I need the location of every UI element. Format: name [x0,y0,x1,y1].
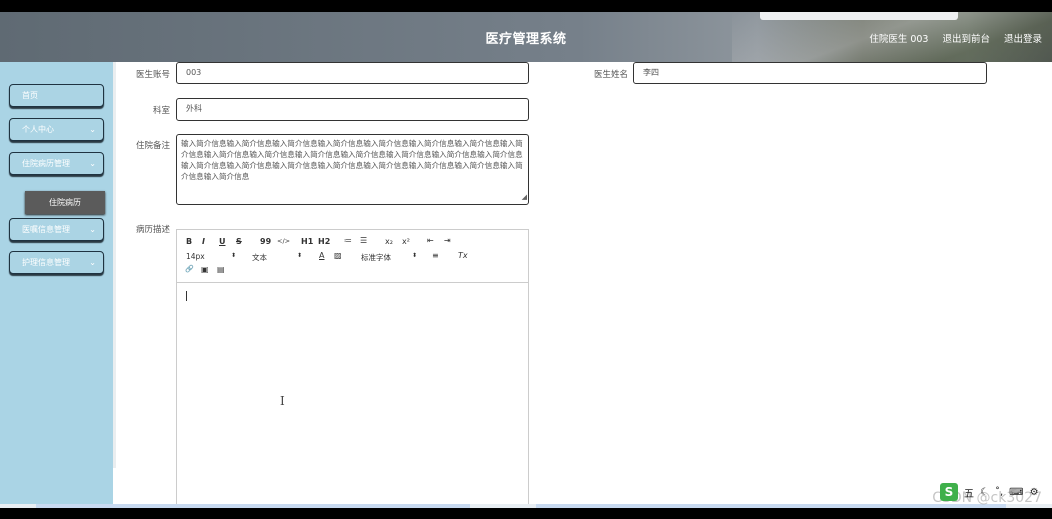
keyboard-icon[interactable]: ⌨ [1009,487,1023,498]
font-color-button[interactable]: A [319,251,324,260]
sidebar-divider [113,62,116,468]
text-caret [186,291,187,301]
clear-format-button[interactable]: Tx [458,251,468,260]
sidebar-item-home[interactable]: 首页 [9,84,104,107]
description-label: 病历描述 [135,225,170,235]
doctor-name-field[interactable]: 李四 [633,62,987,84]
sidebar-item-nursing[interactable]: 护理信息管理 ⌄ [9,251,104,274]
ime-logo-icon[interactable]: S [940,483,958,501]
chevron-down-icon: ⌄ [89,125,96,134]
ordered-list-button[interactable]: ≔ [344,236,352,245]
punctuation-icon[interactable]: ˚, [995,487,1003,498]
mouse-cursor-icon: Ⅰ [280,394,285,408]
settings-icon[interactable]: ⚙ [1030,487,1039,498]
editor-toolbar: B I U S 99 </> H1 H2 ≔ ☰ x₂ x² ⇤ ⇥ 14px … [177,230,528,283]
page: 医疗管理系统 住院医生 003 退出到前台 退出登录 首页 个人中心 ⌄ 住院病… [0,12,1052,508]
doctor-name-label: 医生姓名 [593,70,628,80]
image-button[interactable]: ▣ [201,265,209,274]
superscript-button[interactable]: x² [402,237,410,246]
quote-button[interactable]: 99 [260,237,271,246]
moon-icon[interactable]: ☾ [980,487,989,498]
chevron-down-icon: ⌄ [89,159,96,168]
underline-button[interactable]: U [219,237,226,246]
user-bar: 住院医生 003 退出到前台 退出登录 [869,31,1042,45]
bold-button[interactable]: B [186,237,192,246]
doctor-id-field[interactable]: 003 [176,62,529,84]
link-button[interactable]: 🔗 [185,265,194,273]
chevron-down-icon: ⌄ [89,258,96,267]
bullet-list-button[interactable]: ☰ [360,236,367,245]
logout-link[interactable]: 退出登录 [1004,31,1042,45]
department-field[interactable]: 外科 [176,98,529,121]
sidebar: 首页 个人中心 ⌄ 住院病历管理 ⌄ 住院病历 医嘱信息管理 ⌄ 护理信息管理 … [0,62,113,508]
select-arrows-icon: ⬍ [230,252,236,259]
sidebar-item-label: 首页 [22,91,38,100]
header: 医疗管理系统 住院医生 003 退出到前台 退出登录 [0,12,1052,62]
indent-button[interactable]: ⇥ [444,236,451,245]
sidebar-item-label: 医嘱信息管理 [22,225,70,234]
text-style-value: 文本 [252,253,267,262]
code-button[interactable]: </> [277,237,290,245]
font-family-select[interactable]: 标准字体 ⬍ [361,252,417,263]
h2-button[interactable]: H2 [318,237,330,246]
screen-frame: 医疗管理系统 住院医生 003 退出到前台 退出登录 首页 个人中心 ⌄ 住院病… [0,0,1052,519]
header-top-input[interactable] [760,12,958,20]
outdent-button[interactable]: ⇤ [427,236,434,245]
user-label: 住院医生 003 [869,34,929,45]
resize-handle-icon[interactable]: ◢ [522,192,527,203]
sidebar-item-orders[interactable]: 医嘱信息管理 ⌄ [9,218,104,241]
remarks-label: 住院备注 [135,141,170,151]
select-arrows-icon: ⬍ [411,252,417,259]
background-color-button[interactable]: ▨ [334,251,342,260]
select-arrows-icon: ⬍ [296,252,302,259]
back-to-frontend-link[interactable]: 退出到前台 [942,31,990,45]
sidebar-item-personal-center[interactable]: 个人中心 ⌄ [9,118,104,141]
font-size-select[interactable]: 14px ⬍ [186,252,236,261]
sidebar-item-label: 护理信息管理 [22,258,70,267]
remarks-textarea[interactable]: 输入简介信息输入简介信息输入简介信息输入简介信息输入简介信息输入简介信息输入简介… [176,134,529,205]
subscript-button[interactable]: x₂ [385,237,393,246]
font-size-value: 14px [186,252,205,261]
sidebar-item-label: 住院病历管理 [22,159,70,168]
sidebar-item-inpatient-records[interactable]: 住院病历管理 ⌄ [9,152,104,175]
italic-button[interactable]: I [202,237,205,246]
ime-mode[interactable]: 五 [964,485,974,500]
font-family-value: 标准字体 [361,253,391,262]
ime-toolbar: S 五 ☾ ˚, ⌨ ⚙ [940,481,1052,503]
video-button[interactable]: ▤ [217,265,225,274]
strike-button[interactable]: S [236,237,242,246]
bottom-scrollbar-left[interactable] [36,504,470,508]
sidebar-subitem-inpatient-record[interactable]: 住院病历 [25,191,105,214]
doctor-id-label: 医生账号 [135,70,170,80]
department-label: 科室 [152,106,170,116]
h1-button[interactable]: H1 [301,237,313,246]
remarks-text: 输入简介信息输入简介信息输入简介信息输入简介信息输入简介信息输入简介信息输入简介… [181,139,523,181]
text-style-select[interactable]: 文本 ⬍ [252,252,302,263]
rich-text-editor: B I U S 99 </> H1 H2 ≔ ☰ x₂ x² ⇤ ⇥ 14px … [176,229,529,508]
align-button[interactable]: ≡ [432,251,439,260]
chevron-down-icon: ⌄ [89,225,96,234]
sidebar-item-label: 个人中心 [22,125,54,134]
